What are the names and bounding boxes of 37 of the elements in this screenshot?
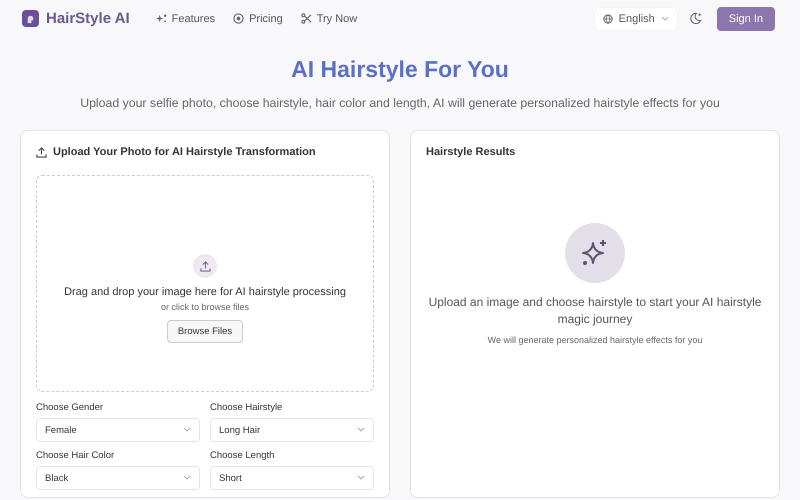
moon-icon[interactable] [688,12,702,25]
card-title: Hairstyle Results [426,146,516,158]
select-dropdown[interactable]: Long Hair [210,418,374,442]
select-dropdown[interactable]: Short [210,466,374,490]
nav-link[interactable]: Try Now [300,12,358,24]
coin-icon [233,13,244,24]
results-note: We will generate personalized hairstyle effects for you [488,335,702,345]
scissors-icon [300,13,312,24]
upload-icon [36,146,47,158]
chevron-down-icon [660,16,669,22]
select-label: Choose Hairstyle [210,402,284,413]
sparkle-icon [156,13,167,24]
dropzone-heading: Drag and drop your image here for AI hairstyle processing [64,286,346,298]
page-title: AI Hairstyle For You [291,56,509,83]
select-label: Choose Gender [36,402,104,413]
language-dropdown[interactable]: English [594,8,677,30]
chevron-down-icon [183,475,191,481]
nav-link[interactable]: Pricing [233,12,283,24]
brand-name[interactable]: HairStyle AI [46,10,130,27]
upload-icon [193,254,217,278]
dropzone-hint: or click to browse files [160,302,250,312]
dropzone[interactable]: Drag and drop your image here for AI hairstyle processing or click to browse files Browse Files [36,175,374,392]
results-message: Upload an image and choose hairstyle to start your AI hairstyle magic journey [428,294,762,328]
globe-icon [602,14,613,24]
sign-in-button[interactable]: Sign In [716,6,775,30]
card-title: Upload Your Photo for AI Hairstyle Transformation [53,146,316,158]
chevron-down-icon [357,475,365,481]
chevron-down-icon [183,427,191,433]
select-label: Choose Hair Color [36,450,116,461]
chevron-down-icon [357,427,365,433]
select-dropdown[interactable]: Black [36,466,200,490]
logo-icon[interactable] [22,10,39,27]
select-label: Choose Length [210,450,276,461]
nav-link[interactable]: Features [156,12,216,24]
page-subtitle: Upload your selfie photo, choose hairstyle, hair color and length, AI will generate personalized hairstyle effects for you [80,96,720,110]
select-dropdown[interactable]: Female [36,418,200,442]
browse-files-button[interactable]: Browse Files [166,320,244,343]
